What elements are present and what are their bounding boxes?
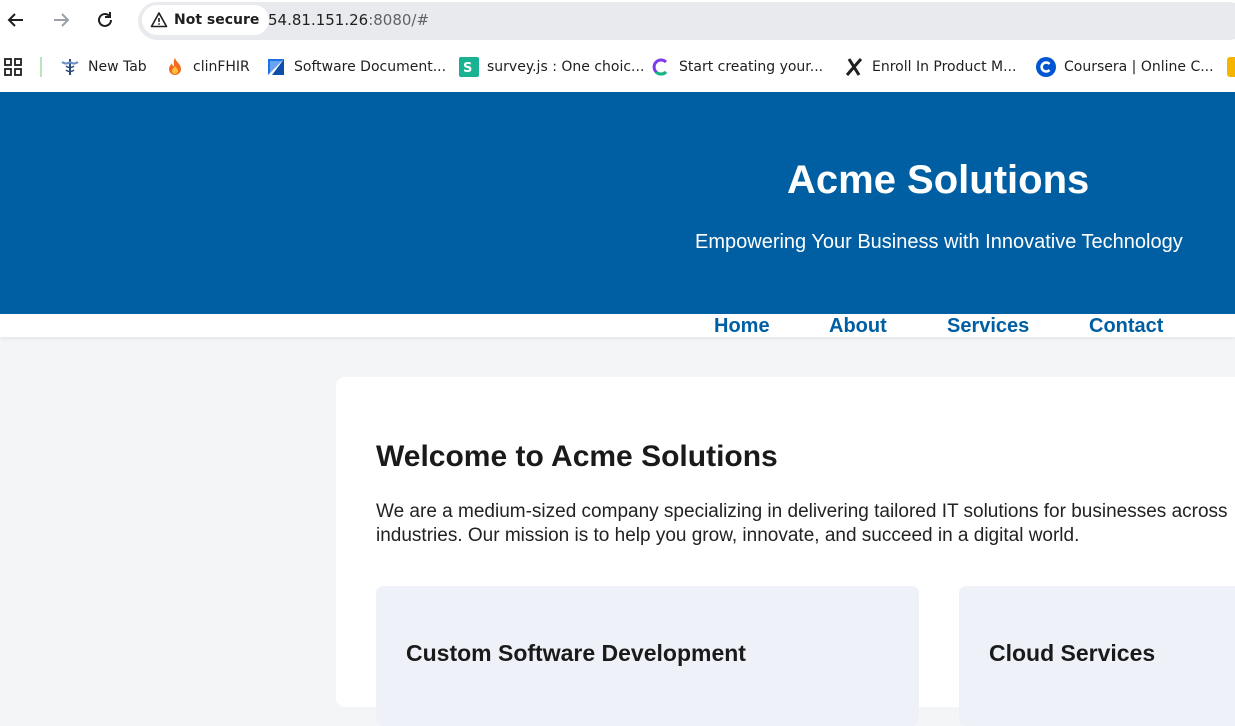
url-port-path: :8080/# xyxy=(368,11,430,29)
site-tagline: Empowering Your Business with Innovative… xyxy=(695,231,1183,253)
bookmark-overflow-icon[interactable] xyxy=(1227,57,1235,77)
bookmark-label: clinFHIR xyxy=(193,59,250,75)
bookmark-clinfhir[interactable]: clinFHIR xyxy=(165,55,250,79)
back-button[interactable] xyxy=(3,7,29,33)
document-flag-icon xyxy=(266,57,286,77)
bookmark-start-creating[interactable]: Start creating your... xyxy=(651,55,823,79)
arrow-left-icon xyxy=(7,13,23,27)
welcome-title: Welcome to Acme Solutions xyxy=(376,440,778,473)
service-title: Cloud Services xyxy=(989,640,1156,666)
url-host: 54.81.151.26 xyxy=(268,11,369,29)
service-title: Custom Software Development xyxy=(406,640,746,666)
security-label: Not secure xyxy=(174,12,260,28)
bookmarks-divider xyxy=(40,57,42,77)
welcome-text: We are a medium-sized company specializi… xyxy=(376,501,1228,546)
bookmark-new-tab[interactable]: New Tab xyxy=(60,55,147,79)
arrow-right-icon xyxy=(54,13,70,27)
welcome-section: Welcome to Acme Solutions We are a mediu… xyxy=(336,377,1235,726)
bookmark-label: survey.js : One choic... xyxy=(487,59,645,75)
surveyjs-icon: S xyxy=(459,57,479,77)
bookmark-label: Start creating your... xyxy=(679,59,824,75)
c-logo-icon xyxy=(651,57,671,77)
bookmark-label: New Tab xyxy=(88,59,147,75)
bookmark-label: Coursera | Online C... xyxy=(1064,59,1214,75)
svg-text:S: S xyxy=(463,61,472,76)
browser-toolbar: Not secure 54.81.151.26:8080/# xyxy=(0,0,1235,42)
nav-link-contact[interactable]: Contact xyxy=(1089,315,1163,338)
coursera-icon xyxy=(1036,57,1056,77)
site-nav: Home About Services Contact xyxy=(0,314,1235,337)
caduceus-icon xyxy=(60,57,80,77)
x-logo-icon xyxy=(844,57,864,77)
flame-icon xyxy=(165,57,185,77)
nav-link-services[interactable]: Services xyxy=(947,315,1029,338)
bookmark-label: Enroll In Product M... xyxy=(872,59,1017,75)
warning-triangle-icon xyxy=(150,12,168,28)
security-indicator[interactable]: Not secure xyxy=(142,5,270,35)
bookmark-surveyjs[interactable]: S survey.js : One choic... xyxy=(459,55,644,79)
service-card-custom-software: Custom Software Development xyxy=(376,586,919,726)
url-text[interactable]: 54.81.151.26:8080/# xyxy=(268,11,429,29)
forward-button[interactable] xyxy=(48,7,74,33)
bookmarks-bar: New Tab clinFHIR Software Document... S … xyxy=(0,42,1235,92)
bookmark-enroll-product[interactable]: Enroll In Product M... xyxy=(844,55,1016,79)
apps-grid-icon[interactable] xyxy=(4,58,22,76)
nav-link-home[interactable]: Home xyxy=(714,315,770,338)
service-card-cloud-services: Cloud Services xyxy=(959,586,1235,726)
bookmark-label: Software Document... xyxy=(294,59,447,75)
bookmark-coursera[interactable]: Coursera | Online C... xyxy=(1036,55,1214,79)
bookmark-software-documentation[interactable]: Software Document... xyxy=(266,55,446,79)
nav-link-about[interactable]: About xyxy=(829,315,887,338)
site-header: Acme Solutions Empowering Your Business … xyxy=(0,92,1235,314)
reload-button[interactable] xyxy=(92,7,118,33)
site-title: Acme Solutions xyxy=(787,158,1090,202)
reload-icon xyxy=(98,12,112,27)
